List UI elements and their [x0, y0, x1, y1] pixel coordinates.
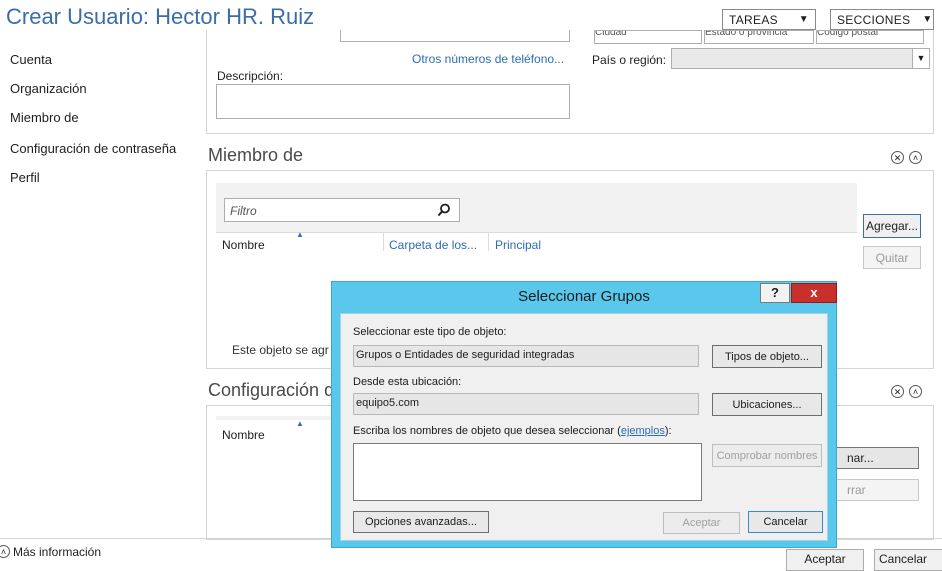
- nav-item-perfil[interactable]: Perfil: [10, 170, 40, 185]
- tasks-label: TAREAS: [729, 12, 778, 27]
- postal-field-partial[interactable]: Código postal: [815, 30, 924, 44]
- country-label: País o región:: [592, 53, 667, 67]
- object-names-label: Escriba los nombres de objeto que desea …: [353, 425, 672, 437]
- dropdown-arrow-icon: ▼: [922, 14, 933, 25]
- country-select[interactable]: ▼: [671, 48, 930, 69]
- dropdown-arrow-icon: ▼: [912, 49, 929, 68]
- footer-cancel-button[interactable]: Cancelar: [874, 549, 942, 571]
- expand-info-icon[interactable]: ˄: [0, 545, 10, 558]
- column-header-principal[interactable]: Principal: [495, 238, 541, 252]
- help-button[interactable]: ?: [760, 283, 790, 303]
- add-group-button[interactable]: Agregar...: [863, 214, 921, 238]
- nav-item-cuenta[interactable]: Cuenta: [10, 52, 52, 67]
- description-input[interactable]: [216, 84, 570, 119]
- object-names-input[interactable]: [353, 443, 702, 501]
- column-header-nombre[interactable]: Nombre: [222, 238, 265, 252]
- other-phones-link[interactable]: Otros números de teléfono...: [412, 52, 564, 66]
- dialog-ok-button[interactable]: Aceptar: [663, 512, 740, 534]
- filter-placeholder: Filtro: [230, 204, 257, 218]
- password-add-button[interactable]: nar...: [828, 447, 919, 469]
- state-field-partial[interactable]: Estado o provincia: [704, 30, 814, 44]
- member-of-section-title: Miembro de: [208, 145, 304, 165]
- collapse-section-icon[interactable]: ˄: [909, 151, 922, 164]
- locations-button[interactable]: Ubicaciones...: [712, 393, 822, 416]
- object-types-button[interactable]: Tipos de objeto...: [712, 345, 822, 368]
- page-title: Crear Usuario: Hector HR. Ruiz: [6, 4, 315, 29]
- sections-menu-button[interactable]: SECCIONES ▼: [830, 9, 934, 30]
- collapse-section-icon[interactable]: ˄: [909, 385, 922, 398]
- column-divider: [488, 233, 489, 251]
- address-headers-partial: Ciudad Estado o provincia Código postal: [594, 30, 924, 44]
- member-of-status-text: Este objeto se agr: [232, 343, 329, 357]
- more-info-link[interactable]: Más información: [13, 545, 101, 559]
- sort-ascending-icon: ▲: [296, 419, 304, 428]
- search-icon: [437, 203, 450, 217]
- dialog-body: Seleccionar este tipo de objeto: Grupos …: [340, 313, 828, 541]
- password-toolbar-partial: [216, 416, 336, 420]
- password-remove-button[interactable]: rrar: [828, 479, 919, 501]
- clear-section-icon[interactable]: ✕: [891, 151, 904, 164]
- sections-label: SECCIONES: [837, 12, 911, 27]
- object-type-label: Seleccionar este tipo de objeto:: [353, 326, 507, 338]
- sort-ascending-icon: ▲: [296, 230, 304, 239]
- dialog-cancel-button[interactable]: Cancelar: [748, 511, 823, 533]
- phone-field-partial[interactable]: [340, 30, 570, 42]
- column-header-divider: [216, 232, 857, 233]
- password-column-nombre[interactable]: Nombre: [222, 428, 265, 442]
- nav-item-miembro-de[interactable]: Miembro de: [10, 110, 79, 125]
- close-button[interactable]: x: [791, 283, 837, 303]
- select-groups-dialog: Seleccionar Grupos ? x Seleccionar este …: [331, 281, 837, 548]
- nav-item-organizacion[interactable]: Organización: [10, 81, 87, 96]
- object-type-field: Grupos o Entidades de seguridad integrad…: [353, 345, 699, 367]
- location-label: Desde esta ubicación:: [353, 376, 462, 388]
- advanced-options-button[interactable]: Opciones avanzadas...: [353, 511, 489, 533]
- password-section-title: Configuración d: [208, 380, 335, 400]
- remove-group-button[interactable]: Quitar: [863, 246, 921, 269]
- column-header-carpeta[interactable]: Carpeta de los...: [389, 238, 477, 252]
- city-field-partial[interactable]: Ciudad: [594, 30, 703, 44]
- clear-section-icon[interactable]: ✕: [891, 385, 904, 398]
- tasks-menu-button[interactable]: TAREAS ▼: [722, 9, 816, 30]
- check-names-button[interactable]: Comprobar nombres: [712, 444, 822, 467]
- object-names-label-suffix: ):: [664, 425, 672, 437]
- object-names-label-prefix: Escriba los nombres de objeto que desea …: [353, 425, 621, 437]
- location-field: equipo5.com: [353, 393, 699, 415]
- footer-ok-button[interactable]: Aceptar: [786, 549, 864, 571]
- nav-item-configuracion-contrasena[interactable]: Configuración de contraseña: [10, 141, 176, 156]
- filter-input[interactable]: Filtro: [224, 198, 460, 222]
- description-label: Descripción:: [217, 69, 284, 83]
- examples-link[interactable]: ejemplos: [621, 425, 665, 437]
- dropdown-arrow-icon: ▼: [798, 14, 809, 25]
- column-divider: [383, 233, 384, 251]
